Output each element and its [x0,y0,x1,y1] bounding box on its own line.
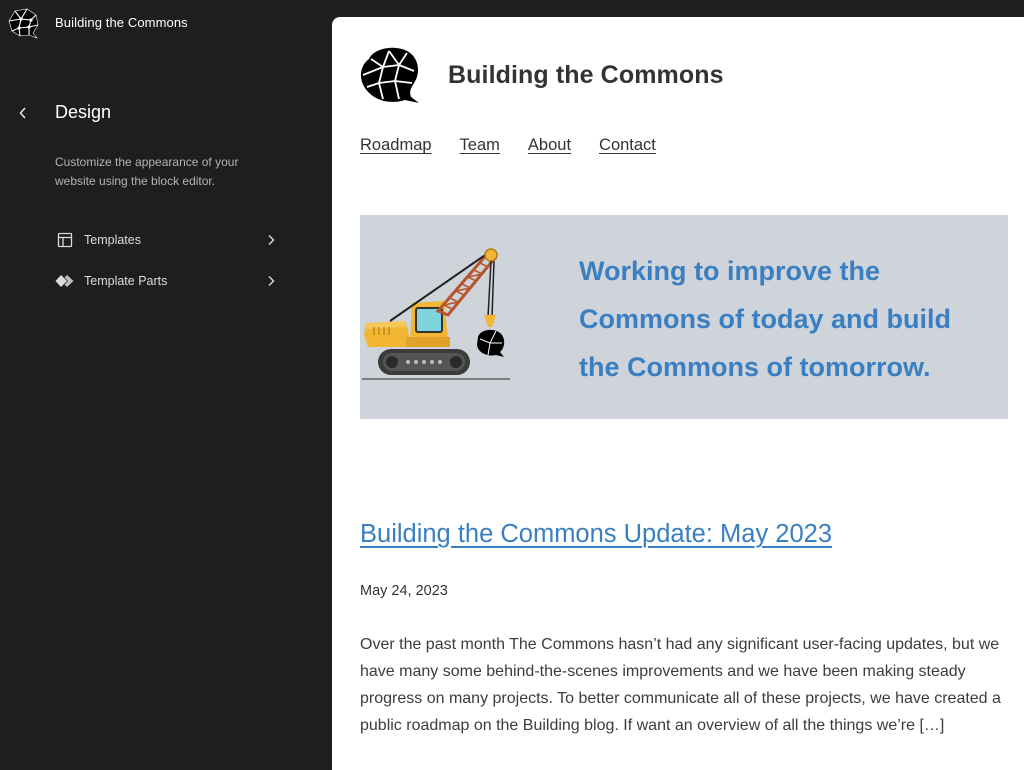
crane-illustration [362,248,510,380]
nav-link-about[interactable]: About [528,136,571,155]
post-date: May 24, 2023 [360,583,448,599]
sidebar-item-templates[interactable]: Templates [55,226,285,254]
hero-heading[interactable]: Working to improve the Commons of today … [579,247,989,391]
editor-sidebar: Building the Commons Design Customize th… [0,0,332,770]
chevron-left-icon [19,107,26,119]
chevron-right-icon [263,232,279,248]
chevron-right-icon [263,273,279,289]
sidebar-item-label: Template Parts [84,274,168,288]
post-title-link[interactable]: Building the Commons Update: May 2023 [360,520,832,549]
hero-cover-block[interactable]: Working to improve the Commons of today … [360,215,1008,419]
site-hub: Building the Commons [0,0,332,48]
site-preview-canvas[interactable]: Building the Commons Roadmap Team About … [332,17,1024,770]
site-title[interactable]: Building the Commons [55,15,188,30]
sidebar-item-template-parts[interactable]: Template Parts [55,267,285,295]
nav-link-team[interactable]: Team [460,136,500,155]
site-logo-icon[interactable] [359,45,421,107]
sidebar-description: Customize the appearance of your website… [55,155,239,188]
sidebar-section-title: Design [55,102,112,122]
nav-link-roadmap[interactable]: Roadmap [360,136,432,155]
symbol-filled-icon [53,269,77,293]
primary-navigation: Roadmap Team About Contact [360,136,684,155]
nav-link-contact[interactable]: Contact [599,136,656,155]
post-excerpt: Over the past month The Commons hasn’t h… [360,636,1001,734]
layout-icon [53,228,77,252]
site-name[interactable]: Building the Commons [448,61,724,90]
sidebar-item-label: Templates [84,233,141,247]
back-button[interactable] [12,101,34,125]
site-logo-icon[interactable] [7,7,40,40]
